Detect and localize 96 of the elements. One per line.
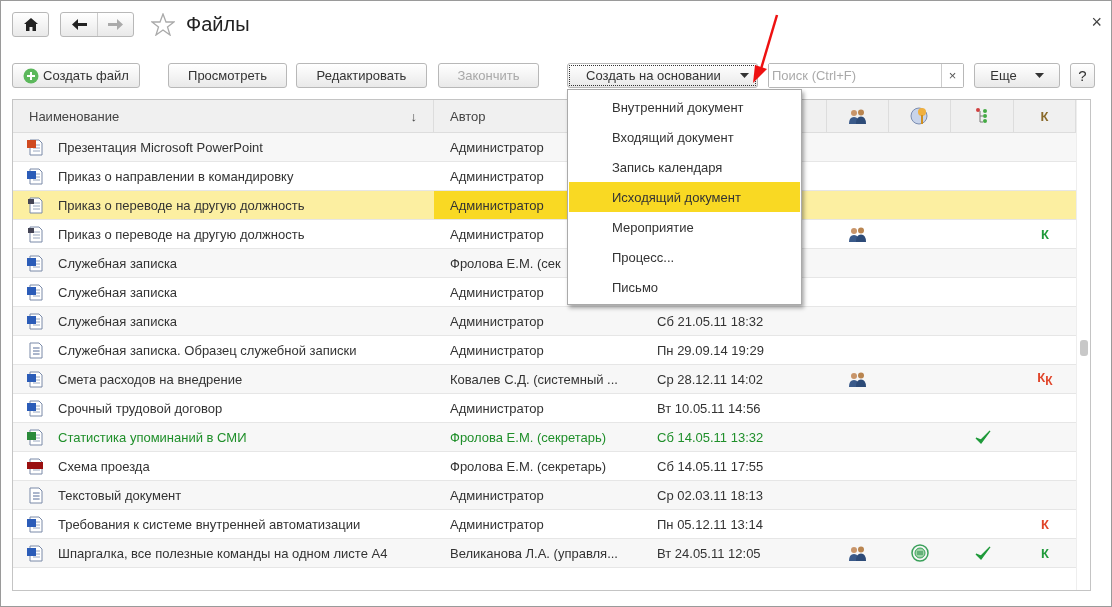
menu-item[interactable]: Исходящий документ — [569, 182, 800, 212]
people-icon — [849, 545, 867, 561]
template-document-icon — [27, 196, 43, 214]
file-name: Статистика упоминаний в СМИ — [58, 429, 247, 445]
file-name: Служебная записка. Образец служебной записки — [58, 342, 357, 358]
k-mark: К — [1041, 516, 1049, 532]
author-name: Администратор — [450, 400, 544, 416]
seal-icon — [911, 544, 929, 562]
author-name: Ковалев С.Д. (системный ... — [450, 371, 618, 387]
author-name: Администратор — [450, 342, 544, 358]
word-document-icon — [27, 399, 43, 417]
menu-item[interactable]: Процесс... — [569, 242, 800, 272]
word-document-icon — [27, 544, 43, 562]
help-button[interactable]: ? — [1070, 63, 1095, 88]
check-icon — [974, 429, 991, 445]
image-file-icon — [27, 457, 43, 475]
file-name: Служебная записка — [58, 313, 178, 329]
word-document-icon — [27, 312, 43, 330]
menu-item[interactable]: Письмо — [569, 272, 800, 302]
menu-item[interactable]: Мероприятие — [569, 212, 800, 242]
back-arrow-icon — [71, 18, 87, 30]
author-name: Администратор — [450, 226, 544, 242]
author-name: Администратор — [450, 516, 544, 532]
clear-search-button[interactable]: × — [941, 64, 963, 87]
file-name: Требования к системе внутренней автоматизации — [58, 516, 361, 532]
home-button[interactable] — [12, 11, 49, 37]
file-name: Шпаргалка, все полезные команды на одном листе А4 — [58, 545, 388, 561]
author-name: Администратор — [450, 168, 544, 184]
file-name: Схема проезда — [58, 458, 150, 474]
check-icon — [974, 545, 991, 561]
k-mark: К — [1041, 545, 1049, 561]
star-icon[interactable] — [151, 12, 175, 36]
modified-date: Сб 21.05.11 18:32 — [657, 313, 764, 329]
file-name: Служебная записка — [58, 284, 178, 300]
author-name: Великанова Л.А. (управля... — [450, 545, 618, 561]
menu-item[interactable]: Внутренний документ — [569, 92, 800, 122]
author-name: Администратор — [450, 139, 544, 155]
tree-icon — [976, 108, 988, 124]
text-document-icon — [27, 341, 43, 359]
presentation-icon — [27, 138, 43, 156]
author-name: Администратор — [450, 487, 544, 503]
more-button[interactable]: Еще — [974, 63, 1060, 88]
modified-date: Пн 05.12.11 13:14 — [657, 516, 763, 532]
menu-item[interactable]: Запись календаря — [569, 152, 800, 182]
author-name: Администратор — [450, 197, 544, 213]
author-name: Фролова Е.М. (секретарь) — [450, 458, 607, 474]
template-document-icon — [27, 225, 43, 243]
file-name: Служебная записка — [58, 255, 178, 271]
word-document-icon — [27, 515, 43, 533]
scrollbar[interactable] — [1076, 100, 1090, 590]
globe-key-icon — [909, 106, 930, 126]
plus-icon — [23, 67, 40, 84]
text-document-icon — [27, 486, 43, 504]
toolbar-button[interactable]: Редактировать — [296, 63, 427, 88]
author-name: Фролова Е.М. (секретарь) — [450, 429, 607, 445]
word-document-icon — [27, 167, 43, 185]
modified-date: Сб 14.05.11 17:55 — [657, 458, 764, 474]
file-name: Приказ о переводе на другую должность — [58, 197, 305, 213]
author-name: Администратор — [450, 284, 544, 300]
home-icon — [23, 17, 38, 31]
modified-date: Вт 10.05.11 14:56 — [657, 400, 761, 416]
close-button[interactable]: × — [1091, 12, 1102, 33]
menu-item[interactable]: Входящий документ — [569, 122, 800, 152]
people-icon — [849, 371, 867, 387]
caret-icon — [740, 73, 749, 78]
file-name: Смета расходов на внедрение — [58, 371, 243, 387]
sort-indicator: ↓ — [410, 108, 417, 124]
forward-arrow-icon — [108, 18, 123, 30]
modified-date: Ср 02.03.11 18:13 — [657, 487, 763, 503]
column-header[interactable]: Наименование — [29, 108, 120, 124]
author-name: Администратор — [450, 313, 544, 329]
word-document-icon — [27, 370, 43, 388]
create-based-on-button[interactable]: Создать на основании — [567, 63, 758, 88]
people-icon — [848, 108, 867, 124]
author-name: Фролова Е.М. (сек — [450, 255, 561, 271]
search-field[interactable]: Поиск (Ctrl+F) × — [768, 63, 964, 88]
file-name: Срочный трудовой договор — [58, 400, 223, 416]
toolbar-button[interactable]: Просмотреть — [168, 63, 287, 88]
file-name: Приказ о направлении в командировку — [58, 168, 294, 184]
word-document-icon — [27, 254, 43, 272]
caret-icon — [1034, 73, 1044, 78]
column-header[interactable]: Автор — [450, 108, 486, 124]
modified-date: Ср 28.12.11 14:02 — [657, 371, 763, 387]
window-title: Файлы — [186, 12, 250, 36]
modified-date: Вт 24.05.11 12:05 — [657, 545, 761, 561]
modified-date: Пн 29.09.14 19:29 — [657, 342, 764, 358]
file-name: Приказ о переводе на другую должность — [58, 226, 305, 242]
file-name: Текстовый документ — [58, 487, 182, 503]
modified-date: Сб 14.05.11 13:32 — [657, 429, 764, 445]
k-mark: К — [1041, 226, 1049, 242]
people-icon — [849, 226, 867, 242]
file-name: Презентация Microsoft PowerPoint — [58, 139, 263, 155]
spreadsheet-icon — [27, 428, 43, 446]
column-header[interactable]: К — [1040, 108, 1049, 124]
word-document-icon — [27, 283, 43, 301]
create-file-button[interactable]: Создать файл — [12, 63, 140, 88]
